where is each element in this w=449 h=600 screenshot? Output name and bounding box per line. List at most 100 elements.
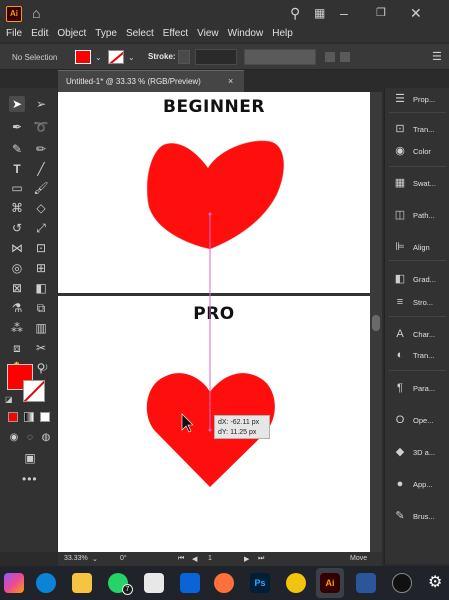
swap-fill-stroke-icon[interactable]: ⤾ bbox=[40, 363, 48, 374]
fill-dropdown-chevron-icon[interactable]: ⌄ bbox=[95, 53, 102, 62]
next-artboard-icon[interactable]: ▶ bbox=[244, 555, 249, 563]
panel-swatches[interactable]: ▦ Swat... bbox=[385, 172, 449, 194]
stroke-color-swatch[interactable] bbox=[108, 50, 124, 64]
blend-tool-icon[interactable]: ⧉ bbox=[33, 300, 49, 316]
panel-properties[interactable]: ☰ Prop... bbox=[385, 88, 449, 110]
selection-tool-icon[interactable]: ➤ bbox=[9, 96, 25, 112]
panel-paragraph[interactable]: ¶ Para... bbox=[385, 377, 449, 399]
last-artboard-icon[interactable]: ⏭ bbox=[258, 555, 264, 563]
draw-normal-icon[interactable]: ◉ bbox=[6, 430, 22, 446]
panel-character[interactable]: A Char... bbox=[385, 323, 449, 345]
zoom-level[interactable]: 33.33% bbox=[64, 555, 88, 562]
close-tab-icon[interactable]: × bbox=[228, 76, 233, 86]
shape-builder-tool-icon[interactable]: ◎ bbox=[9, 260, 25, 276]
prev-artboard-icon[interactable]: ◀ bbox=[192, 555, 197, 563]
change-screen-mode-icon[interactable]: ▣ bbox=[20, 450, 40, 466]
none-mode-button[interactable] bbox=[40, 412, 50, 422]
gradient-mode-button[interactable] bbox=[24, 412, 34, 422]
edit-toolbar-icon[interactable]: ••• bbox=[22, 472, 38, 486]
menu-help[interactable]: Help bbox=[272, 28, 293, 39]
symbol-sprayer-tool-icon[interactable]: ⁂ bbox=[9, 320, 25, 336]
pen-tool-icon[interactable]: ✒ bbox=[9, 119, 25, 135]
menu-view[interactable]: View bbox=[197, 28, 219, 39]
panel-pathfinder[interactable]: ◫ Path... bbox=[385, 204, 449, 226]
zoom-chevron-icon[interactable]: ⌄ bbox=[92, 555, 98, 563]
slice-tool-icon[interactable]: ✂ bbox=[33, 340, 49, 356]
file-explorer-icon[interactable] bbox=[72, 573, 92, 593]
panel-transparency[interactable]: ◐ Tran... bbox=[385, 344, 449, 366]
menu-window[interactable]: Window bbox=[228, 28, 264, 39]
lasso-tool-icon[interactable]: ➰ bbox=[33, 119, 49, 135]
first-artboard-icon[interactable]: ⏮ bbox=[178, 555, 184, 563]
panel-appearance[interactable]: ● App... bbox=[385, 473, 449, 495]
rectangle-tool-icon[interactable]: ▭ bbox=[9, 180, 25, 196]
curvature-tool-icon[interactable]: ✎ bbox=[9, 141, 25, 157]
panel-3d-materials[interactable]: ◆ 3D a... bbox=[385, 441, 449, 463]
minimize-icon[interactable]: – bbox=[340, 4, 348, 22]
menu-select[interactable]: Select bbox=[126, 28, 154, 39]
word-icon[interactable] bbox=[356, 573, 376, 593]
capture-app-icon[interactable] bbox=[392, 573, 412, 593]
panel-gradient[interactable]: ◧ Grad... bbox=[385, 268, 449, 290]
stroke-weight-stepper[interactable] bbox=[178, 50, 190, 64]
search-icon[interactable]: ⚲ bbox=[290, 4, 300, 22]
arrange-documents-icon[interactable]: ▦ bbox=[314, 4, 325, 22]
color-mode-button[interactable] bbox=[8, 412, 18, 422]
brush-definition-button[interactable] bbox=[325, 52, 335, 62]
scale-tool-icon[interactable]: ⤢ bbox=[33, 220, 49, 236]
menu-edit[interactable]: Edit bbox=[31, 28, 48, 39]
illustrator-icon[interactable]: Ai bbox=[320, 573, 340, 593]
settings-gear-icon[interactable]: ⚙ bbox=[428, 573, 442, 593]
draw-inside-icon[interactable]: ◍ bbox=[38, 430, 54, 446]
rotation-value[interactable]: 0° bbox=[120, 555, 127, 562]
shaper-tool-icon[interactable]: ⌘ bbox=[9, 200, 25, 216]
panel-color[interactable]: ◉ Color bbox=[385, 140, 449, 162]
perspective-grid-tool-icon[interactable]: ⊞ bbox=[33, 260, 49, 276]
menu-object[interactable]: Object bbox=[57, 28, 86, 39]
stroke-color-box[interactable] bbox=[23, 380, 45, 402]
document-tab[interactable]: Untitled-1* @ 33.33 % (RGB/Preview) × bbox=[58, 70, 244, 92]
artboard-canvas[interactable]: BEGINNER PRO dX: -62.11 px dY: 11.25 px bbox=[58, 92, 370, 552]
more-options-icon[interactable]: ☰ bbox=[432, 48, 442, 66]
eyedropper-tool-icon[interactable]: ⚗ bbox=[9, 300, 25, 316]
variable-width-profile-field[interactable] bbox=[244, 49, 316, 65]
microsoft-store-icon[interactable] bbox=[144, 573, 164, 593]
opacity-button[interactable] bbox=[340, 52, 350, 62]
close-window-icon[interactable]: ✕ bbox=[410, 4, 422, 22]
fill-color-swatch[interactable] bbox=[75, 50, 91, 64]
menu-type[interactable]: Type bbox=[95, 28, 117, 39]
chrome-icon[interactable] bbox=[286, 573, 306, 593]
direct-selection-tool-icon[interactable]: ➢ bbox=[33, 96, 49, 112]
rotate-tool-icon[interactable]: ↺ bbox=[9, 220, 25, 236]
default-fill-stroke-icon[interactable]: ◪ bbox=[5, 395, 13, 404]
draw-behind-icon[interactable]: ◌ bbox=[22, 430, 38, 446]
type-tool-icon[interactable]: T bbox=[9, 161, 25, 177]
paintbrush-tool-icon[interactable]: 🖌 bbox=[33, 180, 49, 196]
outlook-icon[interactable] bbox=[180, 573, 200, 593]
menu-effect[interactable]: Effect bbox=[163, 28, 188, 39]
copilot-icon[interactable] bbox=[4, 573, 24, 593]
artboard-tool-icon[interactable]: ⧈ bbox=[9, 340, 25, 356]
restore-icon[interactable]: ❐ bbox=[376, 4, 386, 22]
menu-file[interactable]: File bbox=[6, 28, 22, 39]
mesh-tool-icon[interactable]: ⊠ bbox=[9, 280, 25, 296]
pencil-tool-icon[interactable]: ✏ bbox=[33, 141, 49, 157]
width-tool-icon[interactable]: ⋈ bbox=[9, 240, 25, 256]
column-graph-tool-icon[interactable]: ▥ bbox=[33, 320, 49, 336]
panel-opentype[interactable]: O Ope... bbox=[385, 409, 449, 431]
panel-brushes[interactable]: ✎ Brus... bbox=[385, 505, 449, 527]
photoshop-icon[interactable]: Ps bbox=[250, 573, 270, 593]
edge-browser-icon[interactable] bbox=[36, 573, 56, 593]
artboard-number[interactable]: 1 bbox=[208, 555, 212, 562]
vertical-scroll-thumb[interactable] bbox=[372, 315, 380, 331]
panel-transform[interactable]: ⊡ Tran... bbox=[385, 118, 449, 140]
gradient-tool-icon[interactable]: ◧ bbox=[33, 280, 49, 296]
home-icon[interactable]: ⌂ bbox=[32, 4, 40, 22]
free-transform-tool-icon[interactable]: ⊡ bbox=[33, 240, 49, 256]
line-tool-icon[interactable]: ╱ bbox=[33, 161, 49, 177]
stroke-weight-field[interactable] bbox=[195, 49, 237, 65]
firefox-icon[interactable] bbox=[214, 573, 234, 593]
panel-stroke[interactable]: ≡ Stro... bbox=[385, 291, 449, 313]
eraser-tool-icon[interactable]: ◇ bbox=[33, 200, 49, 216]
panel-align[interactable]: ⊫ Align bbox=[385, 236, 449, 258]
